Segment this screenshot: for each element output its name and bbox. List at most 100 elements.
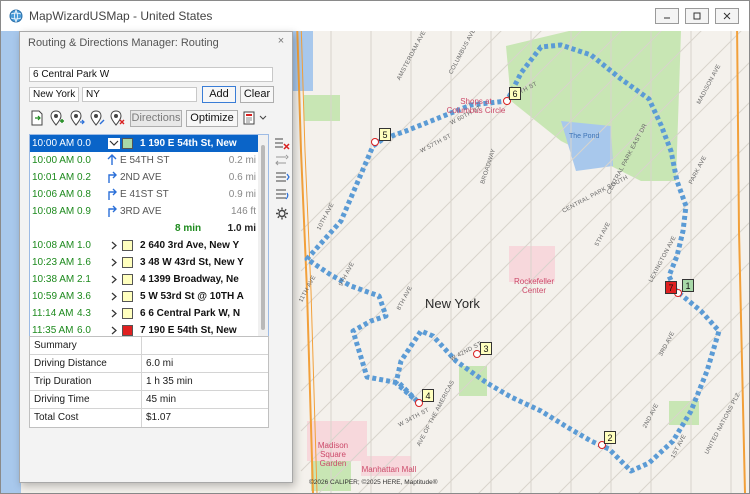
arrow-up-icon	[107, 154, 117, 165]
list-item-label: 5 W 53rd St @ 10TH A	[140, 291, 244, 302]
list-item-label: 1 190 E 54th St, New	[140, 138, 237, 149]
stop-marker-1[interactable]: 1	[682, 279, 694, 292]
summary-value: 1 h 35 min	[146, 376, 193, 387]
move-stop-icon[interactable]	[69, 110, 85, 126]
close-window-button[interactable]	[715, 8, 739, 24]
stop-color-swatch	[122, 308, 133, 319]
chevron-down-icon[interactable]	[108, 138, 120, 149]
list-item[interactable]: 11:14 AM 4.3 6 6 Central Park W, N	[30, 305, 260, 322]
app-globe-icon	[9, 9, 23, 23]
list-item-seg-dist: 0.9 mi	[228, 189, 256, 200]
report-dropdown-chevron-icon[interactable]	[258, 114, 268, 122]
poi-label-msg: Madison Square Garden	[317, 441, 349, 468]
reverse-route-icon[interactable]	[274, 153, 290, 168]
app-window: MapWizardUSMap - United States AMSTERDAM…	[0, 0, 750, 494]
report-icon[interactable]	[242, 110, 258, 126]
list-item-dist: 1.0	[77, 240, 91, 251]
clear-button[interactable]: Clear	[240, 86, 274, 103]
stop-marker-7[interactable]: 7	[665, 281, 677, 294]
list-item-street: 3RD AVE	[120, 206, 162, 217]
table-row: Driving Distance 6.0 mi	[30, 355, 268, 373]
stop-number-1: 1	[685, 280, 691, 291]
list-item-dist: 0.0	[77, 138, 91, 149]
list-item-seg-dist: 0.6 mi	[228, 172, 256, 183]
chevron-right-icon[interactable]	[110, 291, 118, 302]
stop-number-3: 3	[483, 343, 489, 354]
delete-stop-icon[interactable]	[109, 110, 125, 126]
stop-color-swatch	[122, 257, 133, 268]
directions-button[interactable]: Directions	[130, 110, 182, 127]
route-settings-list-icon[interactable]	[274, 170, 290, 185]
chevron-right-icon[interactable]	[110, 325, 118, 336]
maximize-button[interactable]	[685, 8, 709, 24]
list-item-time: 10:23 AM	[32, 257, 75, 268]
add-button[interactable]: Add	[202, 86, 236, 103]
stop-marker-4[interactable]: 4	[422, 389, 434, 402]
stop-marker-3[interactable]: 3	[480, 342, 492, 355]
stop-marker-5[interactable]: 5	[379, 128, 391, 141]
remove-stops-icon[interactable]	[274, 136, 290, 151]
list-item-dist: 6.0	[77, 325, 91, 336]
list-item-seg-dist: 0.2 mi	[228, 155, 256, 166]
optimize-button[interactable]: Optimize	[186, 110, 238, 127]
window-title: MapWizardUSMap - United States	[29, 9, 213, 23]
state-input[interactable]: NY	[82, 87, 197, 102]
list-item-time: 10:01 AM	[32, 172, 75, 183]
edit-stop-icon[interactable]	[89, 110, 105, 126]
minimize-button[interactable]	[655, 8, 679, 24]
list-item[interactable]: 10:01 AM 0.2 2ND AVE 0.6 mi	[30, 169, 260, 186]
list-item-time: 10:00 AM	[32, 155, 75, 166]
list-item[interactable]: 10:00 AM 0.0 E 54TH ST 0.2 mi	[30, 152, 260, 169]
list-item[interactable]: 10:08 AM 1.0 2 640 3rd Ave, New Y	[30, 237, 260, 254]
turn-right-icon	[108, 171, 117, 183]
list-item[interactable]: 10:00 AM 0.0 1 190 E 54th St, New	[30, 135, 260, 152]
list-item[interactable]: 10:08 AM 0.9 3RD AVE 146 ft	[30, 203, 260, 220]
list-item[interactable]: 10:06 AM 0.8 E 41ST ST 0.9 mi	[30, 186, 260, 203]
list-item-label: 6 6 Central Park W, N	[140, 308, 241, 319]
stop-color-swatch	[122, 291, 133, 302]
chevron-right-icon[interactable]	[110, 274, 118, 285]
table-row: Trip Duration 1 h 35 min	[30, 373, 268, 391]
list-item-label: 3 48 W 43rd St, New Y	[140, 257, 244, 268]
list-item-dist: 2.1	[77, 274, 91, 285]
list-item-time: 10:08 AM	[32, 206, 75, 217]
stop-marker-6[interactable]: 6	[509, 87, 521, 100]
add-stop-icon[interactable]	[49, 110, 65, 126]
list-item[interactable]: 10:23 AM 1.6 3 48 W 43rd St, New Y	[30, 254, 260, 271]
segment-total-row: 8 min 1.0 mi	[30, 220, 260, 237]
list-item[interactable]: 10:59 AM 3.6 5 W 53rd St @ 10TH A	[30, 288, 260, 305]
city-label: New York	[425, 296, 480, 311]
address-input[interactable]: 6 Central Park W	[29, 67, 273, 82]
summary-header-row: Summary	[30, 337, 268, 355]
summary-grid: Summary Driving Distance 6.0 mi Trip Dur…	[29, 336, 269, 428]
list-item[interactable]: 10:38 AM 2.1 4 1399 Broadway, Ne	[30, 271, 260, 288]
summary-key: Trip Duration	[30, 373, 142, 390]
segment-total-time: 8 min	[175, 223, 202, 234]
turn-right-icon	[108, 188, 117, 200]
water-label-pond: The Pond	[569, 133, 600, 140]
summary-key: Driving Time	[30, 391, 142, 408]
stop-dot-5[interactable]	[371, 138, 379, 146]
list-item-dist: 0.9	[77, 206, 91, 217]
dialog-close-button[interactable]: ×	[271, 33, 291, 49]
chevron-right-icon[interactable]	[110, 240, 118, 251]
list-item-time: 10:38 AM	[32, 274, 75, 285]
stop-color-swatch	[122, 138, 133, 149]
redo-route-icon[interactable]	[274, 187, 290, 202]
chevron-right-icon[interactable]	[110, 308, 118, 319]
chevron-right-icon[interactable]	[110, 257, 118, 268]
stops-list-vertical-scrollbar[interactable]	[258, 135, 268, 357]
gear-icon[interactable]	[274, 206, 290, 221]
summary-value: 6.0 mi	[146, 358, 174, 369]
new-route-icon[interactable]	[29, 110, 45, 126]
stop-color-swatch	[122, 325, 133, 336]
stop-number-2: 2	[607, 432, 613, 443]
summary-key: Driving Distance	[30, 355, 142, 372]
stops-list[interactable]: 10:00 AM 0.0 1 190 E 54th St, New 10:00 …	[29, 134, 269, 358]
stop-number-4: 4	[425, 390, 431, 401]
close-icon	[723, 12, 731, 20]
list-item-seg-dist: 146 ft	[230, 206, 256, 217]
list-item-time: 11:35 AM	[32, 325, 74, 336]
city-input[interactable]: New York	[29, 87, 79, 102]
stop-marker-2[interactable]: 2	[604, 431, 616, 444]
